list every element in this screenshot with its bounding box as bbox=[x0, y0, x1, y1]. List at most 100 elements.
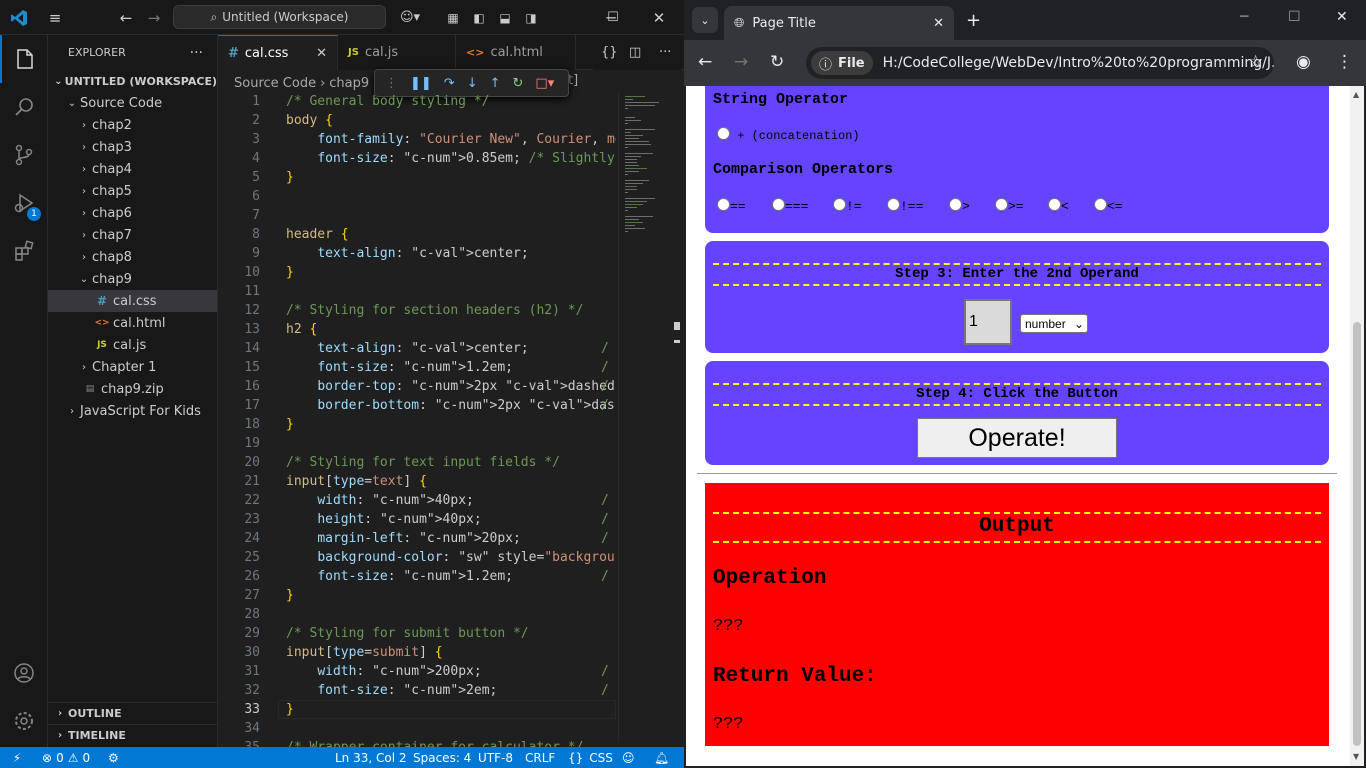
concat-radio-option[interactable]: + (concatenation) bbox=[717, 127, 860, 143]
explorer-item-chap3[interactable]: › chap3 bbox=[48, 136, 217, 158]
toggle-panel-icon[interactable]: ⬓ bbox=[496, 0, 514, 35]
comparison-radio[interactable] bbox=[1048, 198, 1061, 211]
accounts-icon[interactable] bbox=[0, 649, 48, 697]
editor-scrollbar[interactable] bbox=[670, 92, 684, 747]
minimap[interactable] bbox=[618, 92, 670, 742]
explorer-item-chap5[interactable]: › chap5 bbox=[48, 180, 217, 202]
line-ending[interactable]: CRLF bbox=[525, 747, 555, 768]
url-text[interactable]: H:/CodeCollege/WebDev/Intro%20to%20progr… bbox=[883, 55, 1274, 71]
encoding[interactable]: UTF-8 bbox=[478, 747, 513, 768]
page-scrollbar[interactable]: ▲ ▼ bbox=[1350, 86, 1364, 766]
comparison-radio[interactable] bbox=[949, 198, 962, 211]
explorer-item-javascript-for-kids[interactable]: › JavaScript For Kids bbox=[48, 400, 217, 422]
toggle-sidebar-icon[interactable]: ◧ bbox=[470, 0, 488, 35]
comparison-radio[interactable] bbox=[887, 198, 900, 211]
pause-icon[interactable]: ❚❚ bbox=[410, 76, 432, 91]
maximize-icon[interactable]: ☐ bbox=[598, 0, 628, 35]
close-tab-icon[interactable]: ✕ bbox=[316, 46, 327, 61]
settings-gear-icon[interactable] bbox=[0, 697, 48, 745]
toggle-secondary-sidebar-icon[interactable]: ◨ bbox=[522, 0, 540, 35]
close-window-icon[interactable]: ✕ bbox=[1336, 9, 1348, 25]
step-into-icon[interactable]: ↓ bbox=[467, 76, 478, 91]
indentation[interactable]: Spaces: 4 bbox=[413, 747, 471, 768]
extensions-icon[interactable] bbox=[0, 227, 48, 275]
operand2-input[interactable]: 1 bbox=[964, 299, 1012, 345]
search-icon[interactable] bbox=[0, 83, 48, 131]
split-editor-icon[interactable]: ◫ bbox=[623, 35, 651, 70]
restart-icon[interactable]: ↻ bbox=[513, 76, 524, 91]
explorer-item-cal-css[interactable]: # cal.css bbox=[48, 290, 217, 312]
problems-indicator[interactable]: ⊗ 0 ⚠ 0 bbox=[42, 747, 90, 768]
scrollbar-thumb[interactable] bbox=[1353, 322, 1361, 746]
workspace-root[interactable]: ⌄ UNTITLED (WORKSPACE) bbox=[48, 70, 217, 92]
explorer-item-chap7[interactable]: › chap7 bbox=[48, 224, 217, 246]
forward-arrow-icon[interactable]: → bbox=[734, 52, 748, 72]
debug-status-icon[interactable]: ⚙ bbox=[108, 747, 119, 768]
back-arrow-icon[interactable]: ← bbox=[698, 52, 712, 72]
stop-icon[interactable]: □▾ bbox=[535, 76, 554, 91]
back-arrow-icon[interactable]: ← bbox=[114, 0, 138, 35]
comparison-radio-option[interactable]: < bbox=[1048, 198, 1069, 214]
comparison-radio-option[interactable]: == bbox=[717, 198, 746, 214]
explorer-item-chap8[interactable]: › chap8 bbox=[48, 246, 217, 268]
cursor-position[interactable]: Ln 33, Col 2 bbox=[335, 747, 407, 768]
operand2-type-select[interactable]: number ⌄ bbox=[1020, 314, 1088, 333]
menu-icon[interactable]: ≡ bbox=[42, 0, 68, 35]
more-actions-icon[interactable]: ··· bbox=[190, 45, 203, 61]
close-window-icon[interactable]: ✕ bbox=[644, 0, 674, 35]
chrome-menu-icon[interactable]: ⋮ bbox=[1336, 52, 1353, 72]
explorer-item-chap9-zip[interactable]: ▤ chap9.zip bbox=[48, 378, 217, 400]
comparison-radio-option[interactable]: <= bbox=[1094, 198, 1123, 214]
explorer-item-chap6[interactable]: › chap6 bbox=[48, 202, 217, 224]
comparison-radio-option[interactable]: > bbox=[949, 198, 970, 214]
comparison-radio-option[interactable]: >= bbox=[995, 198, 1024, 214]
comparison-radio[interactable] bbox=[995, 198, 1008, 211]
explorer-item-cal-js[interactable]: JS cal.js bbox=[48, 334, 217, 356]
outline-section[interactable]: › OUTLINE bbox=[48, 702, 217, 724]
explorer-item-cal-html[interactable]: <> cal.html bbox=[48, 312, 217, 334]
comparison-radio[interactable] bbox=[1094, 198, 1107, 211]
layout-panels-icon[interactable]: ▦ bbox=[444, 0, 462, 35]
copilot-icon[interactable]: ☺▾ bbox=[396, 0, 424, 35]
step-over-icon[interactable]: ↷ bbox=[444, 76, 455, 91]
explorer-item-chapter-1[interactable]: › Chapter 1 bbox=[48, 356, 217, 378]
vscode-logo-icon[interactable] bbox=[6, 0, 32, 35]
explorer-files-icon[interactable] bbox=[0, 35, 48, 83]
drag-handle-icon[interactable]: ⋮ bbox=[385, 76, 398, 91]
concat-radio[interactable] bbox=[717, 127, 730, 140]
minimize-icon[interactable]: ─ bbox=[1240, 9, 1248, 25]
source-control-icon[interactable] bbox=[0, 131, 48, 179]
operate-button[interactable]: Operate! bbox=[917, 418, 1117, 458]
maximize-icon[interactable]: ☐ bbox=[1288, 9, 1301, 25]
explorer-item-chap2[interactable]: › chap2 bbox=[48, 114, 217, 136]
notifications-bell-icon[interactable]: 🔔︎ bbox=[654, 747, 669, 768]
comparison-radio-option[interactable]: !== bbox=[887, 198, 923, 214]
open-preview-icon[interactable]: {} bbox=[593, 35, 623, 70]
timeline-section[interactable]: › TIMELINE bbox=[48, 724, 217, 746]
reload-icon[interactable]: ↻ bbox=[770, 52, 784, 72]
site-info-chip[interactable]: ⓘ File bbox=[811, 51, 873, 75]
more-actions-icon[interactable]: ··· bbox=[651, 35, 681, 70]
new-tab-icon[interactable]: + bbox=[966, 10, 981, 31]
tab-cal-css[interactable]: # cal.css ✕ bbox=[218, 35, 338, 70]
comparison-radio[interactable] bbox=[833, 198, 846, 211]
forward-arrow-icon[interactable]: → bbox=[142, 0, 166, 35]
comparison-radio[interactable] bbox=[717, 198, 730, 211]
scroll-up-icon[interactable]: ▲ bbox=[1353, 90, 1359, 99]
scroll-down-icon[interactable]: ▼ bbox=[1353, 752, 1359, 761]
explorer-item-chap9[interactable]: ⌄ chap9 bbox=[48, 268, 217, 290]
step-out-icon[interactable]: ↑ bbox=[490, 76, 501, 91]
code-editor[interactable]: 1 /* General body styling */ 2 body {3 font… bbox=[218, 92, 618, 747]
language-mode[interactable]: {} CSS bbox=[568, 747, 613, 768]
address-bar[interactable]: ⓘ File H:/CodeCollege/WebDev/Intro%20to%… bbox=[806, 47, 1274, 79]
command-center-search[interactable]: ⌕ Untitled (Workspace) bbox=[173, 5, 386, 29]
explorer-item-source-code[interactable]: ⌄ Source Code bbox=[48, 92, 217, 114]
tab-search-icon[interactable]: ⌄ bbox=[692, 7, 718, 33]
remote-icon[interactable]: ⚡ bbox=[0, 747, 34, 768]
comparison-radio-option[interactable]: != bbox=[833, 198, 862, 214]
comparison-radio[interactable] bbox=[772, 198, 785, 211]
run-debug-icon[interactable]: 1 bbox=[0, 179, 48, 227]
close-tab-icon[interactable]: ✕ bbox=[933, 16, 944, 31]
explorer-item-chap4[interactable]: › chap4 bbox=[48, 158, 217, 180]
browser-tab[interactable]: 🌐︎ Page Title ✕ bbox=[724, 6, 954, 40]
